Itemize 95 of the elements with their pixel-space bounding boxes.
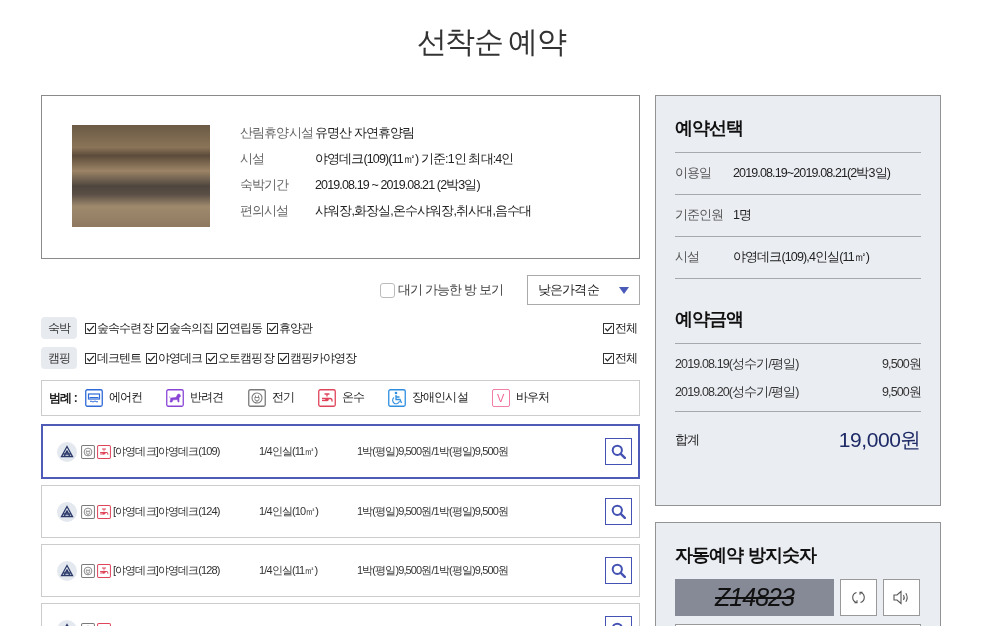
room-size: 1/4인실(11㎡) xyxy=(259,444,319,460)
dog-icon xyxy=(166,389,185,407)
checkbox[interactable] xyxy=(85,322,96,334)
checkbox[interactable] xyxy=(602,352,614,364)
air-conditioner-icon xyxy=(84,389,103,407)
filter-label: 캠핑카야영장 xyxy=(289,350,357,367)
legend-label: 온수 xyxy=(341,390,365,406)
summary-value: 야영데크(109),4인실(11㎡) xyxy=(733,249,870,267)
faucet-icon xyxy=(317,389,336,407)
search-icon xyxy=(611,504,626,519)
checkbox[interactable] xyxy=(217,322,229,334)
v-badge: V xyxy=(491,389,510,407)
faucet-icon xyxy=(97,563,111,578)
tent-icon xyxy=(57,501,77,522)
field-value: 샤워장,화장실,온수샤워장,취사대,음수대 xyxy=(315,203,532,220)
field-label: 시설 xyxy=(240,151,266,168)
plug-icon xyxy=(247,389,266,407)
audio-button[interactable] xyxy=(883,579,920,616)
legend-label: 전기 xyxy=(271,390,294,406)
room-name: [야영데크]야영데크(124) xyxy=(113,504,221,520)
page-title: 선착순 예약 xyxy=(416,24,567,60)
field-value: 야영데크(109)(11㎡) 기준:1인 최대:4인 xyxy=(315,151,514,168)
filter-label: 연립동 xyxy=(229,320,263,337)
summary-label: 시설 xyxy=(675,249,701,267)
search-icon xyxy=(611,563,626,578)
speaker-icon xyxy=(893,590,910,605)
field-value: 2019.08.19 ~ 2019.08.21 (2박3일) xyxy=(315,177,480,194)
price-date: 2019.08.19(성수기/평일) xyxy=(675,355,799,373)
plug-icon xyxy=(81,563,95,578)
search-button[interactable] xyxy=(605,557,632,584)
checkbox[interactable] xyxy=(156,322,168,334)
sort-dropdown[interactable]: 낮은가격순 xyxy=(527,275,640,305)
legend-label: 바우처 xyxy=(515,390,550,406)
price-date: 2019.08.20(성수기/평일) xyxy=(675,383,799,401)
price-amount: 9,500원 xyxy=(881,383,921,401)
summary-label: 기준인원 xyxy=(675,207,725,225)
faucet-icon xyxy=(97,504,111,519)
checkbox[interactable] xyxy=(145,352,157,364)
section-heading: 예약선택 xyxy=(675,96,921,153)
refresh-icon xyxy=(851,590,866,605)
field-value: 유명산 자연휴양림 xyxy=(315,125,415,142)
wheelchair-icon xyxy=(388,389,407,407)
tent-icon xyxy=(57,441,77,462)
plug-icon xyxy=(81,444,95,459)
refresh-button[interactable] xyxy=(840,579,877,616)
summary-value: 1명 xyxy=(733,207,752,225)
field-label: 산림휴양시설 xyxy=(240,125,314,142)
search-icon xyxy=(611,444,626,459)
section-heading: 자동예약 방지숫자 xyxy=(675,544,818,567)
checkbox[interactable] xyxy=(380,282,396,298)
filter-label: 야영데크 xyxy=(157,350,202,367)
filter-label: 전체 xyxy=(614,350,637,367)
room-price: 1박(평일)9,500원/1박(평일)9,500원 xyxy=(357,504,509,520)
price-amount: 9,500원 xyxy=(881,355,921,373)
category-tag: 숙박 xyxy=(41,317,77,339)
field-label: 숙박기간 xyxy=(240,177,290,194)
room-size: 1/4인실(11㎡) xyxy=(259,563,319,579)
room-price: 1박(평일)9,500원/1박(평일)9,500원 xyxy=(357,444,509,460)
room-name: [야영데크]야영데크(109) xyxy=(113,444,221,460)
total-amount: 19,000원 xyxy=(838,427,921,454)
checkbox-label: 대기 가능한 방 보기 xyxy=(398,281,503,299)
checkbox[interactable] xyxy=(206,352,217,364)
legend-label: 에어컨 xyxy=(108,390,143,406)
section-heading: 예약금액 xyxy=(675,279,921,344)
total-label: 합계 xyxy=(675,431,700,449)
search-button[interactable] xyxy=(605,498,632,525)
filter-label: 숲속수련장 xyxy=(97,320,153,337)
legend-label: 장애인시설 xyxy=(412,390,468,406)
room-size: 1/4인실(10㎡) xyxy=(259,504,320,520)
summary-value: 2019.08.19~2019.08.21(2박3일) xyxy=(733,165,891,183)
plug-icon xyxy=(81,504,95,519)
filter-label: 휴양관 xyxy=(278,320,312,337)
filter-label: 데크텐트 xyxy=(97,350,142,367)
filter-label: 오토캠핑장 xyxy=(218,350,274,367)
room-name: [야영데크]야영데크(128) xyxy=(113,563,221,579)
room-row[interactable]: [야영데크]야영데크(124) 1/4인실(10㎡) 1박(평일)9,500원/1박(평일)9,500원 xyxy=(41,485,640,538)
search-button[interactable] xyxy=(605,438,632,465)
room-row[interactable]: [야영데크]야영데크(109) 1/4인실(11㎡) 1박(평일)9,500원/1박(평일)9,500원 xyxy=(41,424,640,479)
checkbox[interactable] xyxy=(277,352,289,364)
legend-title: 범례 : xyxy=(49,390,77,407)
filter-label: 전체 xyxy=(614,320,637,337)
summary-label: 이용일 xyxy=(675,165,713,183)
checkbox[interactable] xyxy=(85,352,96,364)
captcha-image: Z14823 xyxy=(675,579,834,616)
faucet-icon xyxy=(97,444,111,459)
tent-icon xyxy=(57,560,77,581)
legend-label: 반려견 xyxy=(190,390,224,406)
filter-label: 숲속의집 xyxy=(168,320,214,337)
category-tag: 캠핑 xyxy=(41,347,77,369)
caret-icon xyxy=(619,286,629,294)
room-row[interactable]: [야영데크]야영데크(128) 1/4인실(11㎡) 1박(평일)9,500원/1박(평일)9,500원 xyxy=(41,544,640,597)
room-price: 1박(평일)9,500원/1박(평일)9,500원 xyxy=(357,563,509,579)
field-label: 편의시설 xyxy=(240,203,290,220)
checkbox[interactable] xyxy=(266,322,278,334)
checkbox[interactable] xyxy=(602,322,614,334)
